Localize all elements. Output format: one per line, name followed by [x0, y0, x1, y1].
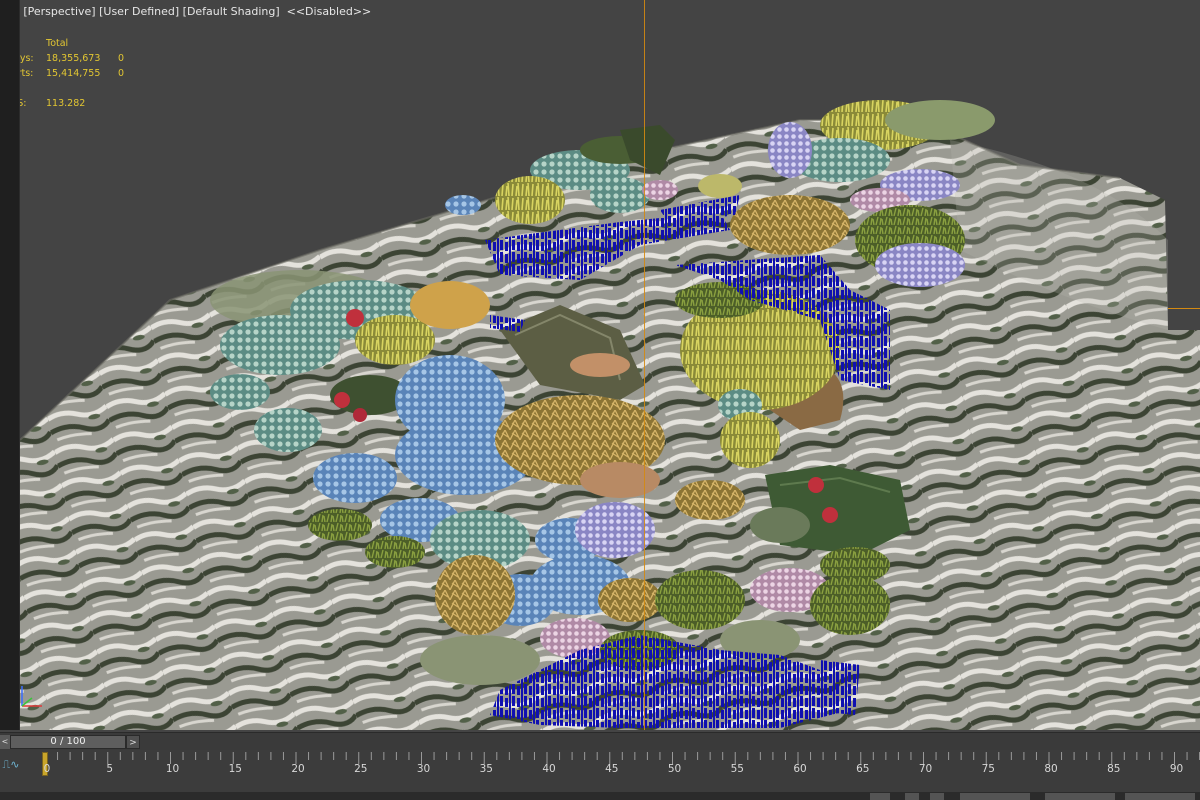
track-bar[interactable]	[40, 750, 1200, 792]
time-slider-row: < 0 / 100 >	[0, 732, 1200, 750]
frame-tick-label: 75	[981, 763, 995, 775]
viewport-left-rail	[0, 0, 20, 730]
frame-tick-label: 80	[1044, 763, 1058, 775]
viewport-view-menu[interactable]: [Perspective]	[23, 5, 95, 18]
viewport-crosshair-vertical	[644, 0, 645, 730]
frame-tick-label: 50	[667, 763, 682, 775]
viewport-label-menu[interactable]: [+] [Perspective] [User Defined] [Defaul…	[20, 5, 371, 18]
frame-tick-label: 45	[605, 763, 619, 775]
viewport-mode-menu[interactable]: [User Defined]	[99, 5, 179, 18]
verts-selected: 0	[118, 68, 125, 79]
fps-label: FPS:	[20, 98, 27, 109]
frame-tick-label: 40	[542, 763, 556, 775]
scene-statistics: Total Polys: 18,355,673 0 Verts: 15,414,755…	[20, 36, 138, 111]
polys-total: 18,355,673	[46, 53, 101, 64]
frame-tick-label: 30	[416, 763, 431, 775]
frame-tick-label: 10	[165, 763, 180, 775]
coordinate-field[interactable]	[960, 793, 1030, 800]
verts-total: 15,414,755	[46, 68, 101, 79]
coordinate-field[interactable]	[1125, 793, 1195, 800]
frame-tick-label: 20	[291, 763, 305, 775]
stats-header: Total	[46, 38, 69, 49]
coordinate-field[interactable]	[1045, 793, 1115, 800]
next-frame-button[interactable]: >	[126, 735, 140, 749]
viewport-crosshair-horizontal	[1168, 308, 1200, 309]
status-icon[interactable]	[930, 793, 944, 800]
fps-value: 113.282	[46, 98, 86, 109]
frame-tick-label: 0	[43, 763, 51, 775]
status-icon[interactable]	[870, 793, 890, 800]
perspective-viewport[interactable]: [+] [Perspective] [User Defined] [Defaul…	[20, 0, 1200, 730]
status-icon[interactable]	[905, 793, 919, 800]
polys-selected: 0	[118, 53, 125, 64]
frame-tick-label: 55	[730, 763, 744, 775]
curve-editor-icon[interactable]: ⎍∿	[2, 758, 20, 774]
frame-tick-label: 65	[856, 763, 870, 775]
viewport-shading-menu[interactable]: [Default Shading]	[183, 5, 280, 18]
time-slider[interactable]: 0 / 100	[10, 735, 126, 749]
frame-tick-label: 70	[918, 763, 933, 775]
polys-label: Polys:	[20, 53, 34, 64]
frame-tick-label: 15	[228, 763, 242, 775]
previous-frame-button[interactable]: <	[0, 735, 10, 749]
axis-tripod-icon	[21, 686, 42, 707]
frame-tick-label: 90	[1169, 763, 1184, 775]
frame-tick-label: 60	[793, 763, 807, 775]
verts-label: Verts:	[20, 68, 34, 79]
frame-tick-label: 25	[354, 763, 368, 775]
frame-tick-label: 85	[1107, 763, 1121, 775]
viewport-state-menu[interactable]: <<Disabled>>	[287, 5, 372, 18]
frame-tick-label: 5	[106, 763, 114, 775]
frame-tick-label: 35	[479, 763, 493, 775]
reef-scene-render[interactable]	[20, 0, 1200, 730]
status-bar	[0, 792, 1200, 800]
track-bar-area: ⎍∿ 0 5 10 15 20 25 30 35 40 45 50 55 60 65 70 75 80 85 90	[0, 750, 1200, 792]
